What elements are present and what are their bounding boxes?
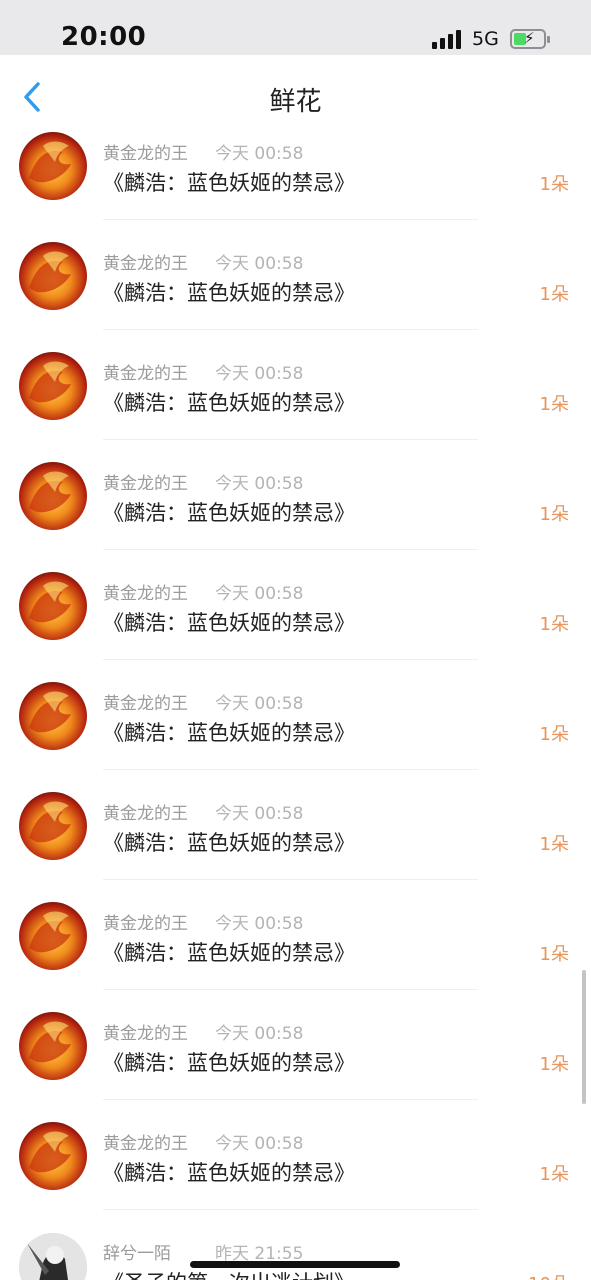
status-time: 20:00 bbox=[61, 22, 147, 52]
network-label: 5G bbox=[472, 28, 499, 50]
flower-count: 1朵 bbox=[539, 1164, 569, 1185]
divider bbox=[103, 439, 478, 440]
page-title: 鲜花 bbox=[269, 87, 322, 117]
flower-count: 1朵 bbox=[539, 1054, 569, 1075]
flower-count: 10朵 bbox=[528, 1270, 569, 1280]
avatar[interactable] bbox=[19, 682, 87, 750]
timestamp: 今天 00:58 bbox=[215, 694, 304, 714]
home-indicator[interactable] bbox=[190, 1261, 400, 1268]
timestamp: 今天 00:58 bbox=[215, 584, 304, 604]
list-item[interactable]: 黄金龙的王 今天 00:58 《麟浩：蓝色妖姬的禁忌》 1朵 bbox=[0, 790, 591, 900]
avatar[interactable] bbox=[19, 132, 87, 200]
user-name: 黄金龙的王 bbox=[103, 144, 188, 164]
flower-list: 黄金龙的王 今天 00:58 《麟浩：蓝色妖姬的禁忌》 1朵 黄金龙的王 今天 … bbox=[0, 130, 591, 1280]
list-item[interactable]: 黄金龙的王 今天 00:58 《麟浩：蓝色妖姬的禁忌》 1朵 bbox=[0, 130, 591, 240]
divider bbox=[103, 659, 478, 660]
app-screen: 20:00 5G ⚡ 鲜花 黄金龙的王 今天 00:58 《麟浩：蓝色妖姬的禁忌… bbox=[0, 0, 591, 1280]
list-item[interactable]: 黄金龙的王 今天 00:58 《麟浩：蓝色妖姬的禁忌》 1朵 bbox=[0, 1120, 591, 1230]
book-title[interactable]: 《麟浩：蓝色妖姬的禁忌》 bbox=[103, 1047, 355, 1077]
avatar[interactable] bbox=[19, 1233, 87, 1280]
avatar[interactable] bbox=[19, 1122, 87, 1190]
book-title[interactable]: 《麟浩：蓝色妖姬的禁忌》 bbox=[103, 277, 355, 307]
status-bar: 20:00 5G ⚡ bbox=[0, 0, 591, 55]
user-name: 辞兮一陌 bbox=[103, 1244, 171, 1264]
book-title[interactable]: 《圣子的第一次出逃计划》 bbox=[103, 1267, 355, 1280]
timestamp: 今天 00:58 bbox=[215, 474, 304, 494]
timestamp: 今天 00:58 bbox=[215, 254, 304, 274]
list-item[interactable]: 黄金龙的王 今天 00:58 《麟浩：蓝色妖姬的禁忌》 1朵 bbox=[0, 460, 591, 570]
divider bbox=[103, 989, 478, 990]
avatar[interactable] bbox=[19, 572, 87, 640]
timestamp: 今天 00:58 bbox=[215, 144, 304, 164]
list-item[interactable]: 辞兮一陌 昨天 21:55 《圣子的第一次出逃计划》 10朵 bbox=[0, 1230, 591, 1280]
flower-count: 1朵 bbox=[539, 724, 569, 745]
book-title[interactable]: 《麟浩：蓝色妖姬的禁忌》 bbox=[103, 1157, 355, 1187]
battery-icon: ⚡ bbox=[510, 29, 550, 49]
user-name: 黄金龙的王 bbox=[103, 694, 188, 714]
flower-count: 1朵 bbox=[539, 834, 569, 855]
divider bbox=[103, 1099, 478, 1100]
user-name: 黄金龙的王 bbox=[103, 254, 188, 274]
divider bbox=[103, 549, 478, 550]
flower-count: 1朵 bbox=[539, 174, 569, 195]
nav-bar: 鲜花 bbox=[0, 55, 591, 130]
flower-count: 1朵 bbox=[539, 394, 569, 415]
list-item[interactable]: 黄金龙的王 今天 00:58 《麟浩：蓝色妖姬的禁忌》 1朵 bbox=[0, 570, 591, 680]
divider bbox=[103, 329, 478, 330]
timestamp: 今天 00:58 bbox=[215, 804, 304, 824]
timestamp: 今天 00:58 bbox=[215, 914, 304, 934]
user-name: 黄金龙的王 bbox=[103, 1134, 188, 1154]
list-item[interactable]: 黄金龙的王 今天 00:58 《麟浩：蓝色妖姬的禁忌》 1朵 bbox=[0, 680, 591, 790]
book-title[interactable]: 《麟浩：蓝色妖姬的禁忌》 bbox=[103, 937, 355, 967]
timestamp: 今天 00:58 bbox=[215, 1024, 304, 1044]
list-item[interactable]: 黄金龙的王 今天 00:58 《麟浩：蓝色妖姬的禁忌》 1朵 bbox=[0, 240, 591, 350]
user-name: 黄金龙的王 bbox=[103, 914, 188, 934]
list-item[interactable]: 黄金龙的王 今天 00:58 《麟浩：蓝色妖姬的禁忌》 1朵 bbox=[0, 350, 591, 460]
user-name: 黄金龙的王 bbox=[103, 1024, 188, 1044]
book-title[interactable]: 《麟浩：蓝色妖姬的禁忌》 bbox=[103, 717, 355, 747]
user-name: 黄金龙的王 bbox=[103, 804, 188, 824]
scrollbar[interactable] bbox=[582, 970, 586, 1104]
avatar[interactable] bbox=[19, 792, 87, 860]
avatar[interactable] bbox=[19, 242, 87, 310]
user-name: 黄金龙的王 bbox=[103, 584, 188, 604]
avatar[interactable] bbox=[19, 352, 87, 420]
book-title[interactable]: 《麟浩：蓝色妖姬的禁忌》 bbox=[103, 387, 355, 417]
avatar[interactable] bbox=[19, 462, 87, 530]
flower-count: 1朵 bbox=[539, 614, 569, 635]
flower-count: 1朵 bbox=[539, 504, 569, 525]
user-name: 黄金龙的王 bbox=[103, 474, 188, 494]
timestamp: 今天 00:58 bbox=[215, 364, 304, 384]
list-item[interactable]: 黄金龙的王 今天 00:58 《麟浩：蓝色妖姬的禁忌》 1朵 bbox=[0, 900, 591, 1010]
avatar[interactable] bbox=[19, 1012, 87, 1080]
flower-count: 1朵 bbox=[539, 944, 569, 965]
divider bbox=[103, 769, 478, 770]
timestamp: 今天 00:58 bbox=[215, 1134, 304, 1154]
user-name: 黄金龙的王 bbox=[103, 364, 188, 384]
book-title[interactable]: 《麟浩：蓝色妖姬的禁忌》 bbox=[103, 167, 355, 197]
avatar[interactable] bbox=[19, 902, 87, 970]
divider bbox=[103, 1209, 478, 1210]
flower-count: 1朵 bbox=[539, 284, 569, 305]
signal-icon bbox=[432, 29, 462, 49]
list-item[interactable]: 黄金龙的王 今天 00:58 《麟浩：蓝色妖姬的禁忌》 1朵 bbox=[0, 1010, 591, 1120]
book-title[interactable]: 《麟浩：蓝色妖姬的禁忌》 bbox=[103, 607, 355, 637]
book-title[interactable]: 《麟浩：蓝色妖姬的禁忌》 bbox=[103, 497, 355, 527]
divider bbox=[103, 219, 478, 220]
book-title[interactable]: 《麟浩：蓝色妖姬的禁忌》 bbox=[103, 827, 355, 857]
divider bbox=[103, 879, 478, 880]
